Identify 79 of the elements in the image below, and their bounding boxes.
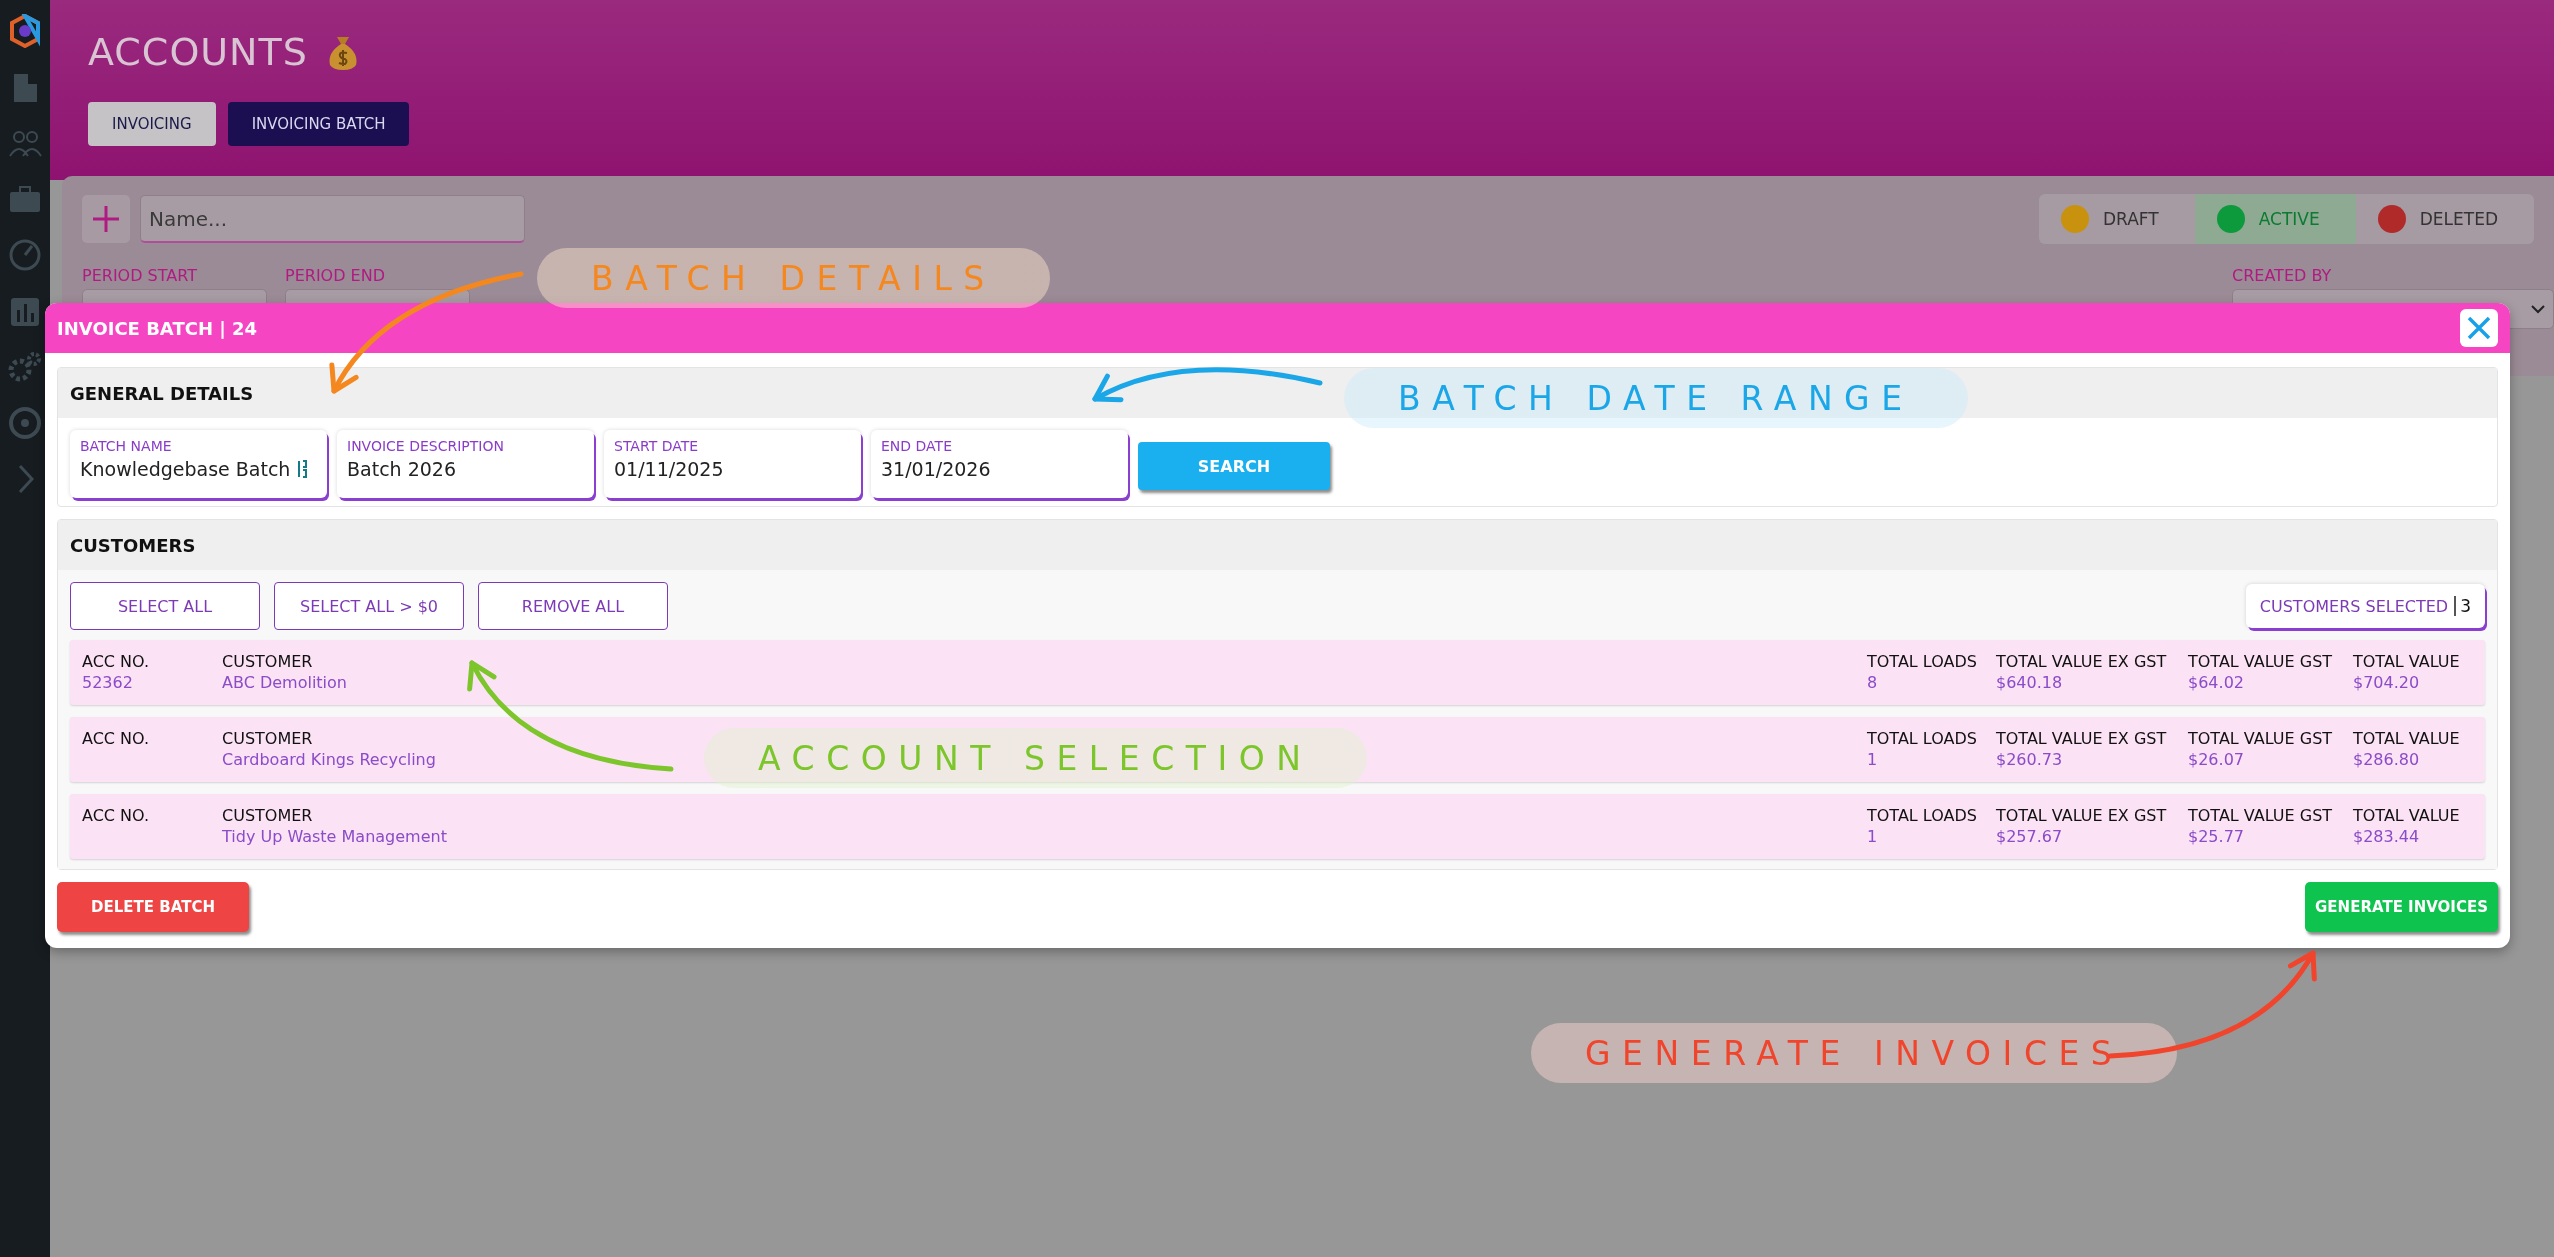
column-label: TOTAL VALUE EX GST [1996,806,2167,825]
customer-row[interactable]: ACC NO. 52362 CUSTOMER ABC Demolition TOTAL LOADS 8 TOTAL VALUE EX GST $640.18 TOTAL VALUE GST $64.02 TOTAL VALUE $704.20 [70,640,2485,705]
column-label: ACC NO. [82,652,150,671]
annotation-label: ACCOUNT SELECTION [704,728,1367,788]
text-field[interactable]: INVOICE DESCRIPTION Batch 2026 [337,430,594,498]
field-label: START DATE [614,438,700,454]
column-label: CUSTOMER [222,652,313,671]
column-label: TOTAL VALUE EX GST [1996,729,2167,748]
close-icon [2466,315,2492,341]
name-field[interactable]: Name... [140,195,525,243]
column-value: $704.20 [2353,673,2420,692]
column-label: TOTAL LOADS [1867,652,1977,671]
field-value: 31/01/2026 [881,458,991,480]
select-button[interactable]: SELECT ALL > $0 [274,582,464,630]
text-field[interactable]: END DATE 31/01/2026 [871,430,1128,498]
wheel-icon[interactable] [8,406,42,440]
field-value: Batch 2026 [347,458,456,480]
column-label: TOTAL VALUE EX GST [1996,652,2167,671]
annotation-label: GENERATE INVOICES [1531,1023,2178,1083]
column-label: ACC NO. [82,729,150,748]
text-field[interactable]: BATCH NAME Knowledgebase Batch [70,430,327,498]
selected-label: CUSTOMERS SELECTED [2259,596,2449,616]
column-value: 1 [1867,750,1878,769]
period-end-label: PERIOD END [285,266,386,285]
logo-icon[interactable] [8,14,42,48]
select-button[interactable]: REMOVE ALL [478,582,668,630]
column-value: $26.07 [2188,750,2244,769]
gauge-icon[interactable] [8,238,42,272]
created-by-label: CREATED BY [2232,266,2333,285]
column-value: 8 [1867,673,1878,692]
section-title: CUSTOMERS [70,534,196,556]
column-value: $260.73 [1996,750,2063,769]
column-label: CUSTOMER [222,729,313,748]
column-label: TOTAL VALUE GST [2188,729,2333,748]
column-value: 52362 [82,673,133,692]
column-label: CUSTOMER [222,806,313,825]
column-label: TOTAL LOADS [1867,806,1977,825]
column-value: ABC Demolition [222,673,347,692]
field-value: 01/11/2025 [614,458,724,480]
column-label: TOTAL VALUE [2353,806,2460,825]
section-title: GENERAL DETAILS [70,382,254,404]
field-value: Knowledgebase Batch [80,458,291,480]
column-value: Tidy Up Waste Management [222,827,447,846]
column-value: $64.02 [2188,673,2244,692]
column-label: TOTAL VALUE GST [2188,652,2333,671]
field-label: INVOICE DESCRIPTION [347,438,505,454]
annotation-label: BATCH DATE RANGE [1344,368,1968,428]
column-value: $257.67 [1996,827,2063,846]
column-label: TOTAL VALUE [2353,652,2460,671]
customer-row[interactable]: ACC NO. CUSTOMER Tidy Up Waste Management TOTAL LOADS 1 TOTAL VALUE EX GST $257.67 TOTAL VALUE GST $25.77 TOTAL VALUE $283.44 [70,794,2485,859]
column-value: Cardboard Kings Recycling [222,750,436,769]
column-label: TOTAL LOADS [1867,729,1977,748]
field-label: BATCH NAME [80,438,173,454]
tab[interactable]: INVOICING BATCH [227,102,410,146]
page-title: ACCOUNTS [88,30,308,74]
selected-count: 3 [2454,596,2471,616]
column-label: ACC NO. [82,806,150,825]
annotation-label: BATCH DETAILS [537,248,1050,308]
tab[interactable]: INVOICING [88,102,216,146]
text-field[interactable]: START DATE 01/11/2025 [604,430,861,498]
gears-icon[interactable] [8,350,42,384]
field-label: END DATE [881,438,953,454]
column-value: $25.77 [2188,827,2244,846]
close-button[interactable] [2460,309,2498,347]
status-option[interactable]: DRAFT [2039,194,2195,244]
dialog-title: INVOICE BATCH | 24 [57,317,258,339]
column-value: 1 [1867,827,1878,846]
add-button[interactable] [82,195,130,243]
column-label: TOTAL VALUE [2353,729,2460,748]
delete-batch-button[interactable]: DELETE BATCH [57,882,249,932]
status-option[interactable]: DELETED [2355,194,2534,244]
plus-icon [91,204,121,234]
column-label: TOTAL VALUE GST [2188,806,2333,825]
caret-icon [2531,304,2545,314]
column-value: $640.18 [1996,673,2063,692]
column-value: $286.80 [2353,750,2420,769]
period-start-label: PERIOD START [82,266,198,285]
select-button[interactable]: SELECT ALL [70,582,260,630]
column-value: $283.44 [2353,827,2420,846]
